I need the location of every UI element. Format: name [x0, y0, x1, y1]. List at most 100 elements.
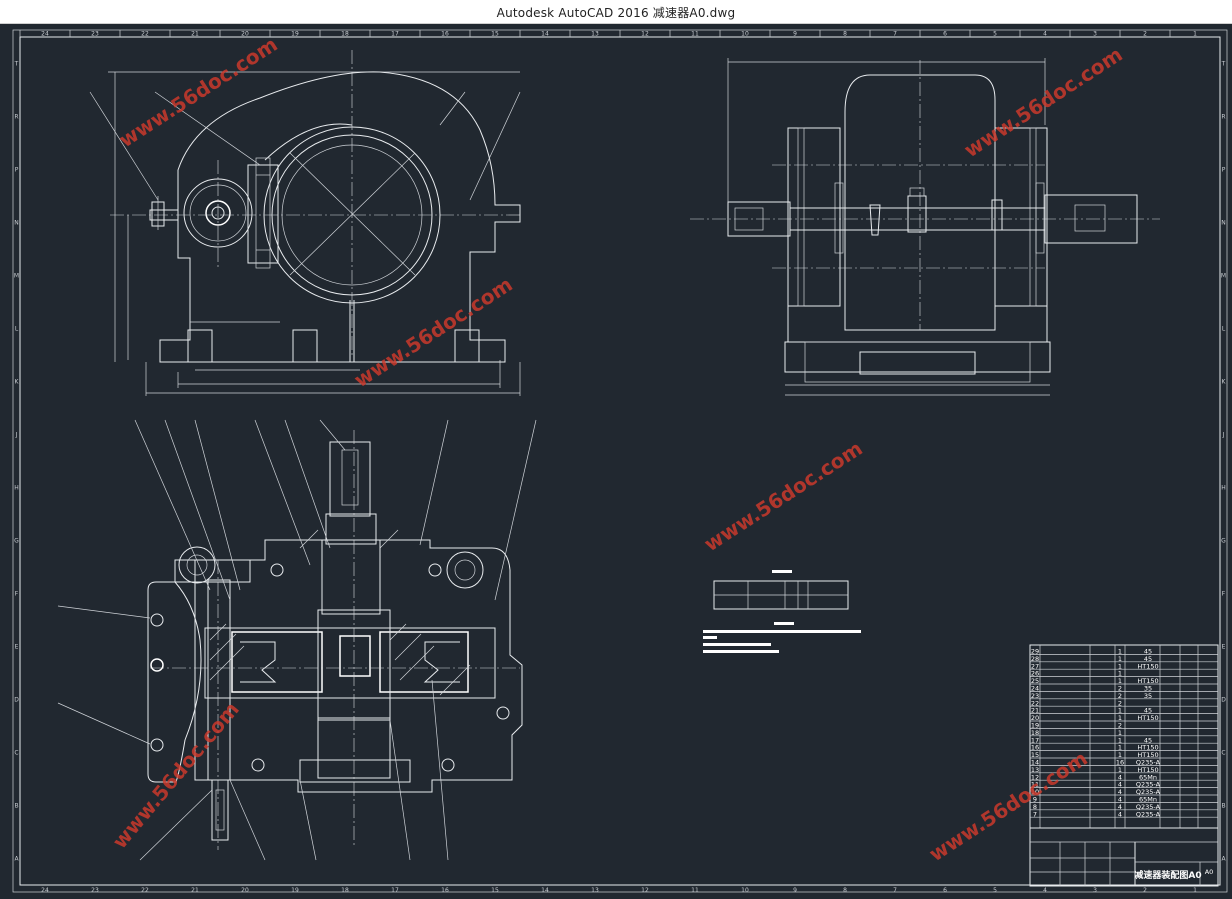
frame-column-number: 11 [691, 31, 699, 38]
frame-column-number: 12 [641, 887, 649, 894]
frame-row-letter: H [1221, 485, 1226, 492]
frame-column-number: 16 [441, 31, 449, 38]
parts-row-material: 35 [1144, 692, 1152, 700]
frame-row-letter: D [14, 697, 19, 704]
window-title: Autodesk AutoCAD 2016 减速器A0.dwg [496, 6, 736, 20]
parts-row-quantity: 4 [1118, 810, 1122, 818]
frame-column-number: 19 [291, 887, 299, 894]
frame-row-letter: H [14, 485, 19, 492]
side-view [690, 58, 1160, 396]
frame-column-number: 10 [741, 887, 749, 894]
frame-row-letter: C [14, 750, 18, 757]
frame-column-number: 13 [591, 31, 599, 38]
frame-row-letter: J [15, 432, 18, 439]
parts-row-material: HT150 [1137, 662, 1158, 670]
frame-row-letter: L [15, 326, 19, 333]
watermark-text: www.56doc.com [700, 436, 867, 556]
frame-column-number: 17 [391, 31, 399, 38]
frame-row-letter: K [15, 379, 20, 386]
frame-row-letter: E [1222, 644, 1226, 651]
frame-row-letter: R [1221, 114, 1225, 121]
frame-row-letter: A [14, 856, 19, 863]
frame-row-letter: J [1222, 432, 1225, 439]
frame-row-letter: M [1221, 273, 1226, 280]
frame-column-number: 23 [91, 31, 99, 38]
frame-column-number: 2 [1143, 887, 1147, 894]
frame-column-number: 17 [391, 887, 399, 894]
frame-column-number: 1 [1193, 887, 1197, 894]
frame-column-number: 4 [1043, 31, 1047, 38]
parts-row-material: Q235-A [1136, 810, 1161, 818]
frame-row-letter: L [1222, 326, 1226, 333]
frame-row-letter: F [1222, 591, 1226, 598]
frame-row-letter: N [1221, 220, 1226, 227]
frame-row-letter: D [1221, 697, 1226, 704]
frame-column-number: 3 [1093, 887, 1097, 894]
frame-column-number: 10 [741, 31, 749, 38]
frame-column-number: 2 [1143, 31, 1147, 38]
front-view [89, 50, 521, 396]
parts-list: 29 1 4528 1 4527 1 HT15026 125 1 HT15024 2 3523 2 352… [1029, 644, 1219, 829]
frame-column-number: 21 [191, 31, 199, 38]
frame-column-number: 7 [893, 887, 897, 894]
frame-row-letter: G [14, 538, 19, 545]
frame-column-number: 24 [41, 31, 49, 38]
frame-column-number: 22 [141, 31, 149, 38]
frame-row-letter: R [14, 114, 18, 121]
frame-row-letter: P [1222, 167, 1226, 174]
watermarks: www.56doc.com www.56doc.com www.56doc.co… [107, 32, 1126, 866]
frame-column-number: 12 [641, 31, 649, 38]
frame-row-letter: K [1222, 379, 1227, 386]
parts-list-rows: 29 1 4528 1 4527 1 HT15026 125 1 HT15024 2 3523 2 352… [1030, 648, 1218, 818]
frame-row-letter: P [15, 167, 19, 174]
title-bar: Autodesk AutoCAD 2016 减速器A0.dwg [0, 0, 1232, 24]
parts-row-number: 7 [1033, 810, 1037, 818]
frame-column-number: 9 [793, 887, 797, 894]
frame-column-number: 23 [91, 887, 99, 894]
top-section-view [57, 419, 537, 861]
frame-column-number: 19 [291, 31, 299, 38]
drawing-canvas[interactable]: 24 24 23 23 22 22 21 21 20 20 19 19 18 18 17 17 16 16 15 15… [0, 24, 1232, 899]
frame-column-number: 11 [691, 887, 699, 894]
frame-row-letter: C [1221, 750, 1225, 757]
frame-column-number: 14 [541, 31, 549, 38]
watermark-text: www.56doc.com [350, 272, 517, 392]
frame-row-letter: G [1221, 538, 1226, 545]
frame-column-number: 1 [1193, 31, 1197, 38]
frame-column-number: 21 [191, 887, 199, 894]
frame-column-number: 18 [341, 31, 349, 38]
frame-column-number: 13 [591, 887, 599, 894]
frame-column-number: 14 [541, 887, 549, 894]
drawing-title: 减速器装配图A0 [1134, 869, 1201, 881]
parts-row-material: HT150 [1137, 714, 1158, 722]
frame-column-number: 15 [491, 887, 499, 894]
frame-column-number: 20 [241, 887, 249, 894]
frame-column-number: 8 [843, 887, 847, 894]
frame-column-number: 22 [141, 887, 149, 894]
frame-column-number: 18 [341, 887, 349, 894]
cad-drawing[interactable]: 2424232322222121202019191818171716161515… [0, 24, 1232, 899]
frame-column-number: 24 [41, 887, 49, 894]
frame-column-number: 9 [793, 31, 797, 38]
watermark-text: www.56doc.com [115, 32, 282, 152]
sheet-size: A0 [1205, 868, 1214, 876]
frame-column-number: 15 [491, 31, 499, 38]
frame-column-number: 20 [241, 31, 249, 38]
frame-row-letter: B [14, 803, 18, 810]
title-block: 减速器装配图A0 A0 [1029, 827, 1219, 887]
frame-column-number: 8 [843, 31, 847, 38]
frame-column-number: 5 [993, 31, 997, 38]
frame-row-letter: T [1221, 61, 1226, 68]
frame-row-letter: F [15, 591, 19, 598]
frame-row-letter: N [14, 220, 19, 227]
frame-column-number: 4 [1043, 887, 1047, 894]
frame-row-letter: A [1221, 856, 1226, 863]
watermark-text: www.56doc.com [925, 746, 1092, 866]
frame-column-number: 16 [441, 887, 449, 894]
frame-row-letter: B [1221, 803, 1225, 810]
frame-column-number: 7 [893, 31, 897, 38]
frame-column-number: 6 [943, 887, 947, 894]
frame-row-letter: T [14, 61, 19, 68]
frame-row-letter: M [14, 273, 19, 280]
frame-column-number: 5 [993, 887, 997, 894]
